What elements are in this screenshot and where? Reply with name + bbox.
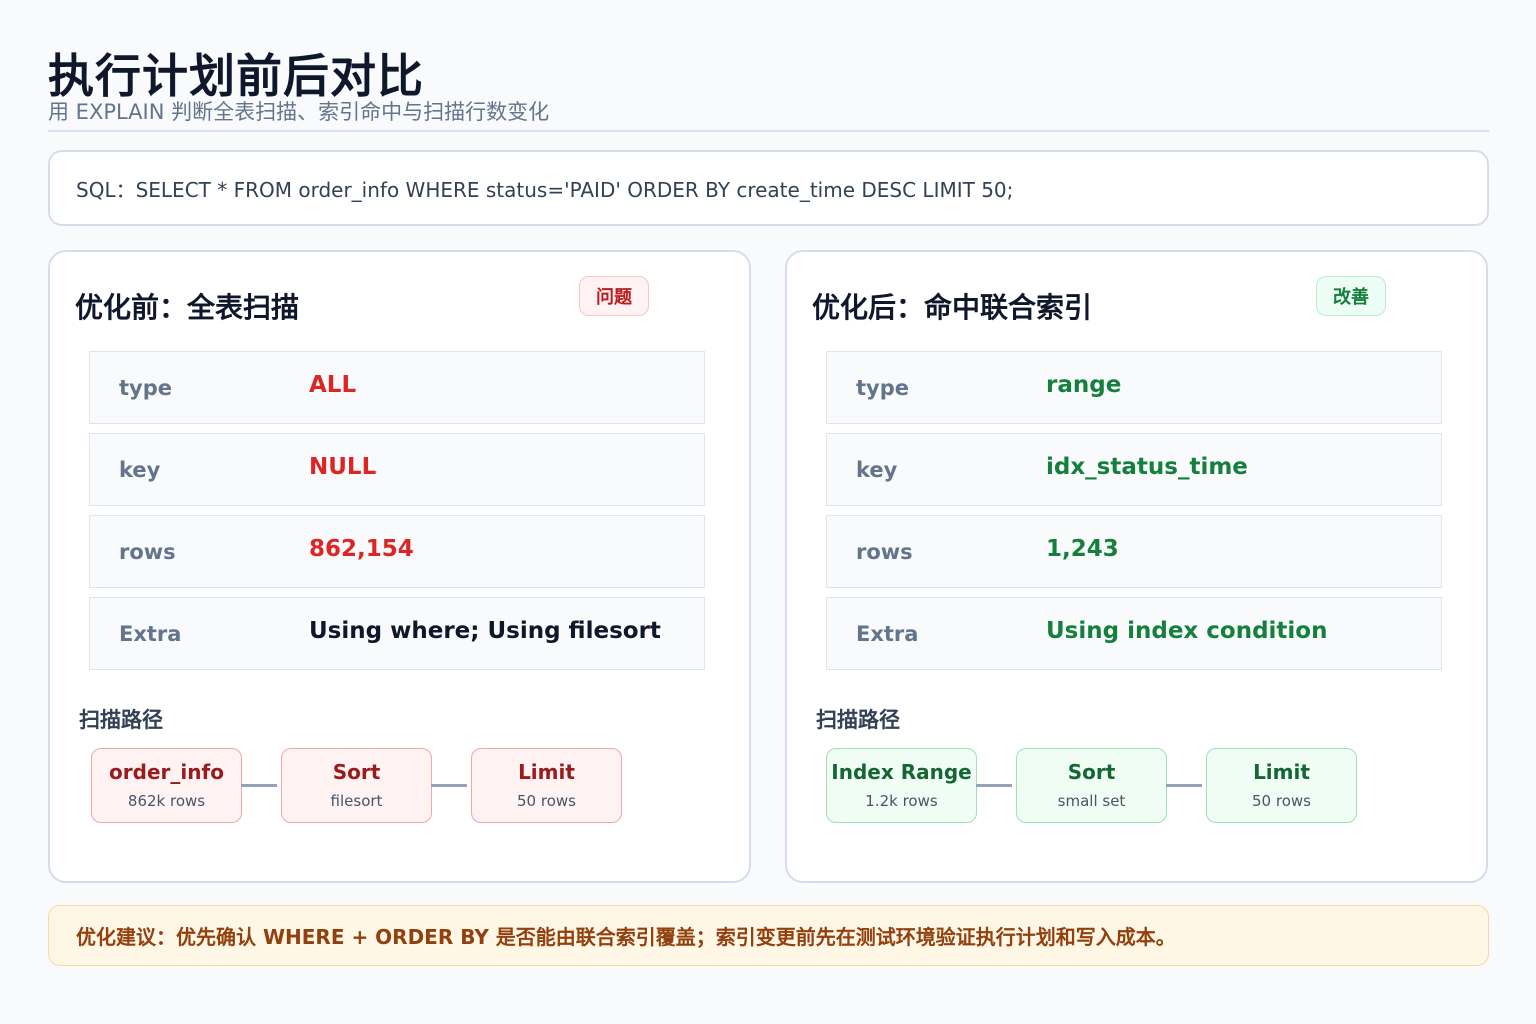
explain-key-label: Extra	[856, 622, 919, 646]
path-node-title: Limit	[518, 759, 575, 784]
explain-key-label: type	[119, 376, 173, 400]
path-node-sub: 862k rows	[127, 791, 206, 810]
explain-value: 1,243	[1046, 536, 1119, 562]
path-node-sort: Sort small set	[1016, 748, 1167, 823]
path-connector	[1166, 784, 1202, 787]
scan-path-label: 扫描路径	[79, 708, 163, 732]
path-node-title: Sort	[1067, 759, 1116, 784]
explain-row-rows: rows 862,154	[89, 515, 705, 588]
path-node-title: Sort	[332, 759, 381, 784]
explain-key-label: Extra	[119, 622, 182, 646]
explain-row-extra: Extra Using where; Using filesort	[89, 597, 705, 670]
explain-row-key: key NULL	[89, 433, 705, 506]
explain-row-type: type ALL	[89, 351, 705, 424]
explain-row-extra: Extra Using index condition	[826, 597, 1442, 670]
path-node-table: order_info 862k rows	[91, 748, 242, 823]
explain-value: NULL	[309, 454, 377, 480]
explain-key-label: rows	[856, 540, 913, 564]
explain-value: Using where; Using filesort	[309, 618, 661, 644]
path-node-sort: Sort filesort	[281, 748, 432, 823]
path-node-sub: small set	[1057, 791, 1126, 810]
path-node-limit: Limit 50 rows	[471, 748, 622, 823]
optimization-advice: 优化建议：优先确认 WHERE + ORDER BY 是否能由联合索引覆盖；索引…	[48, 905, 1489, 966]
after-panel: 优化后：命中联合索引 改善 type range key idx_status_…	[785, 250, 1488, 883]
path-node-index-range: Index Range 1.2k rows	[826, 748, 977, 823]
path-node-title: Limit	[1253, 759, 1310, 784]
page-subtitle: 用 EXPLAIN 判断全表扫描、索引命中与扫描行数变化	[48, 100, 550, 124]
advice-text: 优化建议：优先确认 WHERE + ORDER BY 是否能由联合索引覆盖；索引…	[76, 925, 1176, 949]
scan-path-label: 扫描路径	[816, 708, 900, 732]
path-node-sub: 50 rows	[1252, 791, 1311, 810]
problem-badge: 问题	[579, 276, 649, 316]
explain-value: idx_status_time	[1046, 454, 1248, 480]
path-node-sub: 1.2k rows	[865, 791, 938, 810]
path-node-title: order_info	[109, 759, 224, 784]
improvement-badge: 改善	[1316, 276, 1386, 316]
sql-statement-text: SQL：SELECT * FROM order_info WHERE statu…	[76, 177, 1014, 202]
path-node-title: Index Range	[831, 759, 972, 784]
header-divider	[48, 130, 1489, 132]
path-connector	[431, 784, 467, 787]
explain-value: ALL	[309, 372, 357, 398]
explain-key-label: rows	[119, 540, 176, 564]
explain-value: range	[1046, 372, 1122, 398]
path-node-sub: 50 rows	[517, 791, 576, 810]
explain-key-label: key	[856, 458, 898, 482]
before-panel-title: 优化前：全表扫描	[75, 291, 300, 324]
sql-statement-box: SQL：SELECT * FROM order_info WHERE statu…	[48, 150, 1489, 226]
path-connector	[976, 784, 1012, 787]
path-node-limit: Limit 50 rows	[1206, 748, 1357, 823]
explain-value: Using index condition	[1046, 618, 1328, 644]
explain-row-type: type range	[826, 351, 1442, 424]
explain-key-label: type	[856, 376, 910, 400]
after-panel-title: 优化后：命中联合索引	[812, 291, 1093, 324]
explain-key-label: key	[119, 458, 161, 482]
explain-row-rows: rows 1,243	[826, 515, 1442, 588]
path-node-sub: filesort	[330, 791, 383, 810]
explain-row-key: key idx_status_time	[826, 433, 1442, 506]
explain-value: 862,154	[309, 536, 414, 562]
before-panel: 优化前：全表扫描 问题 type ALL key NULL rows 862,1…	[48, 250, 751, 883]
path-connector	[241, 784, 277, 787]
